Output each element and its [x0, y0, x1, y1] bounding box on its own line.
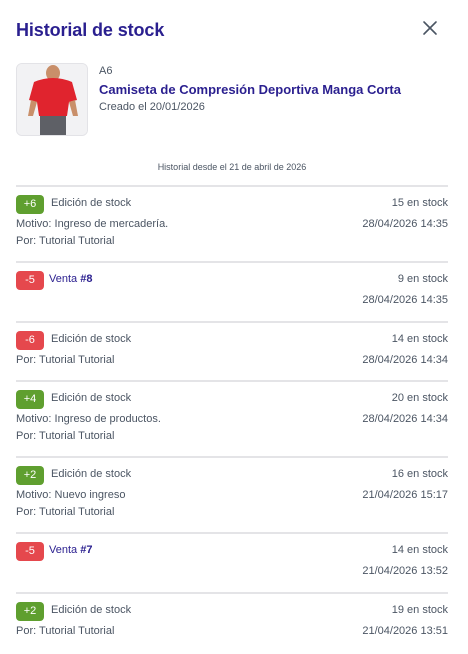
- entry-date: 28/04/2026 14:35: [362, 294, 448, 306]
- stock-after: 20 en stock: [391, 392, 448, 404]
- stock-after: 9 en stock: [397, 273, 448, 285]
- entry-reason: Motivo: Nuevo ingreso: [16, 489, 126, 501]
- entry-author: Por: Tutorial Tutorial: [16, 430, 115, 442]
- product-name: Camiseta de Compresión Deportiva Manga C…: [99, 82, 401, 97]
- entry-date: 21/04/2026 15:17: [362, 489, 448, 501]
- modal-title: Historial de stock: [16, 20, 165, 40]
- quantity-change-badge: -5: [16, 542, 44, 561]
- sale-reference: #7: [80, 544, 93, 556]
- stock-after: 15 en stock: [391, 197, 448, 209]
- history-since-label: Historial desde el 21 de abril de 2026: [157, 162, 307, 172]
- entry-author: Por: Tutorial Tutorial: [16, 506, 115, 518]
- quantity-change-badge: +6: [16, 195, 44, 214]
- history-entry: +6 Edición de stock 15 en stock Motivo: …: [16, 185, 448, 261]
- sale-link-prefix: Venta: [49, 273, 81, 285]
- sale-link[interactable]: Venta #8: [49, 273, 92, 285]
- entry-author: Por: Tutorial Tutorial: [16, 354, 115, 366]
- stock-after: 16 en stock: [391, 468, 448, 480]
- entry-date: 21/04/2026 13:52: [362, 565, 448, 577]
- entry-author: Por: Tutorial Tutorial: [16, 625, 115, 637]
- product-sku: A6: [99, 65, 113, 77]
- entry-type: Edición de stock: [51, 333, 132, 345]
- stock-after: 14 en stock: [391, 333, 448, 345]
- history-entry: +2 Edición de stock 19 en stock Por: Tut…: [16, 592, 448, 652]
- sale-link[interactable]: Venta #7: [49, 544, 92, 556]
- entry-type: Edición de stock: [51, 468, 132, 480]
- entry-date: 21/04/2026 13:51: [362, 625, 448, 637]
- quantity-change-badge: -5: [16, 271, 44, 290]
- product-summary: A6 Camiseta de Compresión Deportiva Mang…: [16, 63, 452, 137]
- entry-type: Edición de stock: [51, 197, 132, 209]
- quantity-change-badge: +2: [16, 466, 44, 485]
- entry-date: 28/04/2026 14:34: [362, 354, 448, 366]
- entry-reason: Motivo: Ingreso de productos.: [16, 413, 161, 425]
- history-entry: +2 Edición de stock 16 en stock Motivo: …: [16, 456, 448, 532]
- entry-author: Por: Tutorial Tutorial: [16, 235, 115, 247]
- modal-header: Historial de stock: [16, 18, 452, 44]
- quantity-change-badge: +4: [16, 390, 44, 409]
- entry-reason: Motivo: Ingreso de mercadería.: [16, 218, 169, 230]
- sale-link-prefix: Venta: [49, 544, 81, 556]
- product-thumbnail: [16, 63, 88, 136]
- entry-date: 28/04/2026 14:35: [362, 218, 448, 230]
- quantity-change-badge: +2: [16, 602, 44, 621]
- quantity-change-badge: -6: [16, 331, 44, 350]
- history-entry: +4 Edición de stock 20 en stock Motivo: …: [16, 380, 448, 456]
- history-entry: -6 Edición de stock 14 en stock Por: Tut…: [16, 321, 448, 380]
- close-icon[interactable]: [422, 20, 438, 36]
- stock-after: 19 en stock: [391, 604, 448, 616]
- entry-date: 28/04/2026 14:34: [362, 413, 448, 425]
- entry-type: Edición de stock: [51, 604, 132, 616]
- product-created-date: Creado el 20/01/2026: [99, 101, 205, 113]
- history-entry: -5 Venta #8 9 en stock 28/04/2026 14:35: [16, 261, 448, 321]
- sale-reference: #8: [80, 273, 93, 285]
- stock-after: 14 en stock: [391, 544, 448, 556]
- entry-type: Edición de stock: [51, 392, 132, 404]
- history-entry: -5 Venta #7 14 en stock 21/04/2026 13:52: [16, 532, 448, 592]
